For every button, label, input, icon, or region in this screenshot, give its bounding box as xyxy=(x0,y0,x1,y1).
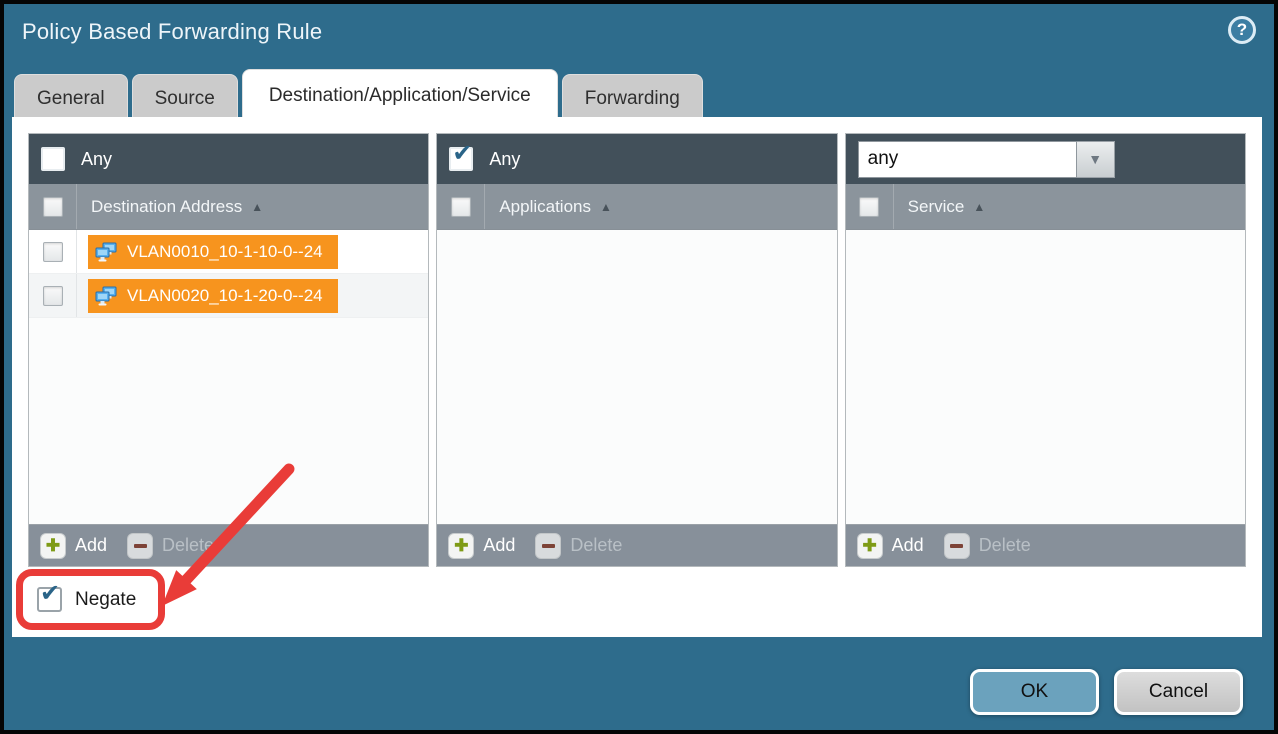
service-list xyxy=(846,230,1245,524)
negate-row: ✔ Negate xyxy=(16,569,165,630)
row-checkbox[interactable]: ✔ xyxy=(43,242,63,262)
destination-list: ✔ xyxy=(29,230,428,524)
address-object-label: VLAN0020_10-1-20-0--24 xyxy=(127,286,323,306)
select-all-cell: ✔ xyxy=(29,184,77,229)
delete-button[interactable]: Delete xyxy=(535,533,622,559)
destination-toolbar: ✚ Add Delete xyxy=(29,524,428,566)
sort-asc-icon: ▲ xyxy=(251,200,263,214)
select-all-cell: ✔ xyxy=(846,184,894,229)
service-dropdown[interactable]: any ▼ xyxy=(858,141,1115,178)
address-object-label: VLAN0010_10-1-10-0--24 xyxy=(127,242,323,262)
check-icon: ✔ xyxy=(452,142,472,166)
row-checkbox[interactable]: ✔ xyxy=(43,286,63,306)
add-button-label: Add xyxy=(892,535,924,556)
add-button-label: Add xyxy=(483,535,515,556)
row-checkbox-cell: ✔ xyxy=(29,274,77,317)
delete-button-label: Delete xyxy=(979,535,1031,556)
address-object-chip[interactable]: VLAN0020_10-1-20-0--24 xyxy=(88,279,338,313)
page-title: Policy Based Forwarding Rule xyxy=(22,19,322,45)
delete-button[interactable]: Delete xyxy=(127,533,214,559)
destination-panel: ✔ Any ✔ Destination Address ▲ ✔ xyxy=(28,133,429,567)
tab-bar: General Source Destination/Application/S… xyxy=(14,69,703,122)
plus-icon: ✚ xyxy=(857,533,883,559)
add-button[interactable]: ✚ Add xyxy=(857,533,924,559)
ok-button[interactable]: OK xyxy=(970,669,1099,715)
applications-column-header[interactable]: ✔ Applications ▲ xyxy=(437,184,836,230)
minus-icon xyxy=(944,533,970,559)
help-icon[interactable]: ? xyxy=(1228,16,1256,44)
tab-forwarding[interactable]: Forwarding xyxy=(562,74,703,122)
add-button-label: Add xyxy=(75,535,107,556)
service-dropdown-value: any xyxy=(858,141,1077,178)
sort-asc-icon: ▲ xyxy=(600,200,612,214)
tab-general[interactable]: General xyxy=(14,74,128,122)
add-button[interactable]: ✚ Add xyxy=(40,533,107,559)
dialog-background: Policy Based Forwarding Rule ? General S… xyxy=(4,4,1274,730)
service-dropdown-bar: any ▼ xyxy=(846,134,1245,184)
pbf-rule-dialog: Policy Based Forwarding Rule ? General S… xyxy=(0,0,1278,734)
minus-icon xyxy=(535,533,561,559)
delete-button-label: Delete xyxy=(570,535,622,556)
cancel-button[interactable]: Cancel xyxy=(1114,669,1243,715)
destination-select-all-checkbox[interactable]: ✔ xyxy=(43,197,63,217)
applications-any-label: Any xyxy=(489,149,520,170)
service-select-all-checkbox[interactable]: ✔ xyxy=(859,197,879,217)
applications-column-label: Applications xyxy=(499,197,591,217)
row-checkbox-cell: ✔ xyxy=(29,230,77,273)
destination-any-label: Any xyxy=(81,149,112,170)
applications-any-bar: ✔ Any xyxy=(437,134,836,184)
plus-icon: ✚ xyxy=(40,533,66,559)
delete-button-label: Delete xyxy=(162,535,214,556)
tab-content: ✔ Any ✔ Destination Address ▲ ✔ xyxy=(12,117,1262,637)
table-row: ✔ xyxy=(29,274,428,318)
applications-any-checkbox[interactable]: ✔ xyxy=(449,147,473,171)
negate-label: Negate xyxy=(75,589,136,611)
destination-any-bar: ✔ Any xyxy=(29,134,428,184)
negate-highlight-box: ✔ Negate xyxy=(16,569,165,630)
negate-checkbox[interactable]: ✔ xyxy=(37,587,62,612)
sort-asc-icon: ▲ xyxy=(973,200,985,214)
add-button[interactable]: ✚ Add xyxy=(448,533,515,559)
table-row: ✔ xyxy=(29,230,428,274)
service-panel: any ▼ ✔ Service ▲ ✚ xyxy=(845,133,1246,567)
applications-list xyxy=(437,230,836,524)
destination-column-label: Destination Address xyxy=(91,197,242,217)
applications-toolbar: ✚ Add Delete xyxy=(437,524,836,566)
tab-destination-application-service[interactable]: Destination/Application/Service xyxy=(242,69,558,122)
chevron-down-icon[interactable]: ▼ xyxy=(1077,141,1115,178)
select-all-cell: ✔ xyxy=(437,184,485,229)
network-address-icon xyxy=(95,242,119,262)
minus-icon xyxy=(127,533,153,559)
address-object-chip[interactable]: VLAN0010_10-1-10-0--24 xyxy=(88,235,338,269)
network-address-icon xyxy=(95,286,119,306)
applications-panel: ✔ Any ✔ Applications ▲ ✚ Add xyxy=(436,133,837,567)
check-icon: ✔ xyxy=(40,582,60,606)
destination-any-checkbox[interactable]: ✔ xyxy=(41,147,65,171)
panels-row: ✔ Any ✔ Destination Address ▲ ✔ xyxy=(12,117,1262,567)
plus-icon: ✚ xyxy=(448,533,474,559)
service-column-label: Service xyxy=(908,197,965,217)
service-column-header[interactable]: ✔ Service ▲ xyxy=(846,184,1245,230)
destination-column-header[interactable]: ✔ Destination Address ▲ xyxy=(29,184,428,230)
service-toolbar: ✚ Add Delete xyxy=(846,524,1245,566)
tab-source[interactable]: Source xyxy=(132,74,238,122)
applications-select-all-checkbox[interactable]: ✔ xyxy=(451,197,471,217)
delete-button[interactable]: Delete xyxy=(944,533,1031,559)
